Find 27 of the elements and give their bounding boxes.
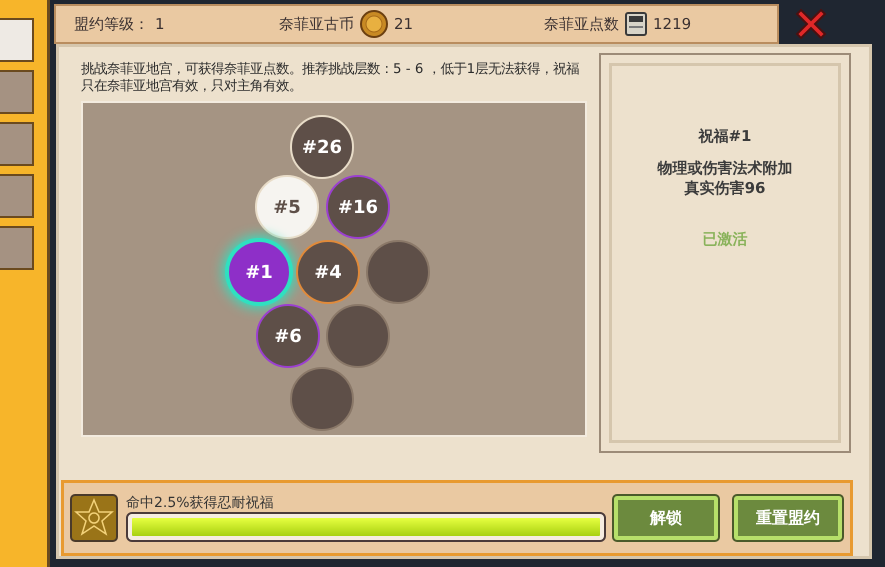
card-icon xyxy=(625,12,647,36)
sidebar-tab[interactable] xyxy=(0,18,34,62)
description-text: 挑战奈菲亚地宫，可获得奈菲亚点数。推荐挑战层数：5 - 6 ，低于1层无法获得，祝福只在奈菲亚地宫有效，只对主角有效。 xyxy=(81,61,580,95)
covenant-level-label: 盟约等级： xyxy=(74,14,149,35)
blessing-status: 已激活 xyxy=(702,228,748,250)
node[interactable]: #26 xyxy=(290,115,354,179)
sidebar-tab[interactable] xyxy=(0,70,34,114)
blessing-effect: 物理或伤害法术附加真实伤害96 xyxy=(656,158,794,198)
points-count: 1219 xyxy=(653,14,692,35)
coin-label: 奈菲亚古币 xyxy=(279,14,354,35)
sidebar-tab[interactable] xyxy=(0,226,34,270)
sidebar-tab[interactable] xyxy=(0,174,34,218)
coin-count: 21 xyxy=(394,14,414,35)
star-emblem-icon xyxy=(70,494,118,542)
blessing-title: 祝福#1 xyxy=(698,126,752,147)
node[interactable]: #6 xyxy=(256,304,320,368)
node[interactable]: #4 xyxy=(296,240,360,304)
progress-label: 命中2.5%获得忍耐祝福 xyxy=(126,494,275,512)
node[interactable]: #16 xyxy=(326,175,390,239)
unlock-button[interactable]: 解锁 xyxy=(614,496,718,540)
coin-icon xyxy=(360,10,388,38)
sidebar-tab[interactable] xyxy=(0,122,34,166)
points-label: 奈菲亚点数 xyxy=(544,14,619,35)
node[interactable]: #1 xyxy=(227,240,291,304)
node[interactable]: #5 xyxy=(255,175,319,239)
reset-button[interactable]: 重置盟约 xyxy=(734,496,842,540)
covenant-level-value: 1 xyxy=(155,14,165,35)
